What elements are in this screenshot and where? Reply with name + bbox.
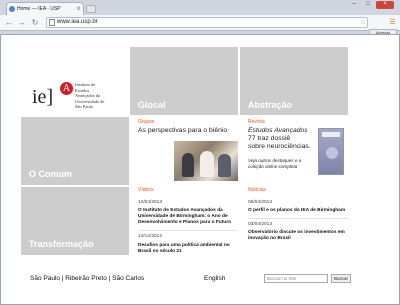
revista-note-line: coleção online completa	[248, 164, 298, 169]
grupos-photo[interactable]	[174, 141, 238, 181]
tile-glocal[interactable]: Glocal	[130, 47, 238, 115]
close-window-button[interactable]: ×	[376, 1, 394, 9]
revista-link[interactable]: Revista	[248, 119, 265, 125]
tile-o-comum[interactable]: O Comum	[21, 117, 129, 185]
revista-title-line: 77 traz dossiê	[248, 135, 291, 142]
news-title[interactable]: Observatório discute os investimentos em…	[248, 230, 358, 242]
tab-close-icon[interactable]: x	[77, 3, 80, 15]
logo-mark-bracket: ]	[46, 86, 54, 108]
news-title-line: inovação no Brasil	[248, 236, 291, 241]
revista-note[interactable]: Veja outros destaques e a coleção online…	[248, 158, 318, 170]
divider	[138, 230, 238, 231]
news-date: 03/04/2013	[248, 222, 273, 227]
forward-arrow-icon[interactable]: →	[17, 17, 27, 28]
grupos-link[interactable]: Grupos	[138, 119, 154, 125]
favicon-icon	[9, 6, 15, 12]
search-input[interactable]: Buscar no Site	[264, 274, 328, 283]
new-tab-button[interactable]	[86, 5, 96, 13]
videos-link[interactable]: Vídeos	[138, 187, 154, 193]
news-title-line: O perfil e os planos do IEA de Birmingha…	[248, 208, 346, 213]
person-shape	[200, 151, 214, 177]
address-bar[interactable]: www.iea.usp.br	[46, 17, 368, 28]
video-date: 12/04/2013	[138, 200, 163, 205]
campus-links[interactable]: São Paulo | Ribeirão Preto | São Carlos	[30, 275, 144, 282]
news-title[interactable]: O perfil e os planos do IEA de Birmingha…	[248, 208, 358, 214]
revista-cover[interactable]	[318, 128, 344, 175]
tab-title: Home — IEA - USP	[17, 6, 61, 12]
grupos-title[interactable]: As perspectivas para o biênio	[138, 127, 227, 134]
tile-transformacao-label: Transformação	[29, 239, 94, 249]
minimize-button[interactable]: –	[348, 1, 360, 9]
tile-abstracao[interactable]: Abstração	[240, 47, 348, 115]
noticias-link[interactable]: Notícias	[248, 187, 266, 193]
reload-icon[interactable]: ↻	[30, 17, 40, 28]
tile-o-comum-label: O Comum	[29, 169, 73, 179]
video-title-line: Brasil no século 21	[138, 249, 182, 254]
revista-title-italic: Estudos Avançados	[248, 127, 308, 134]
logo-text: Instituto de Estudos Avançados da Univer…	[75, 82, 130, 110]
tile-glocal-label: Glocal	[138, 100, 166, 110]
back-arrow-icon[interactable]: ←	[4, 17, 14, 28]
video-date: 13/12/2012	[138, 234, 163, 239]
search-button[interactable]: Buscar	[331, 274, 351, 283]
person-shape	[182, 153, 194, 177]
video-title-line: Desenvolvimento e Planos para o Futuro	[138, 220, 232, 225]
page-icon	[49, 19, 55, 26]
revista-headline[interactable]: Estudos Avançados 77 traz dossiê sobre n…	[248, 127, 316, 151]
video-title[interactable]: O Instituto de Estudos Avançados da Univ…	[138, 208, 240, 226]
cover-title-block	[322, 132, 340, 137]
person-shape	[218, 154, 231, 177]
logo-mark[interactable]: ie]	[32, 86, 53, 109]
tile-abstracao-label: Abstração	[248, 100, 293, 110]
english-link[interactable]: English	[204, 275, 225, 282]
maximize-button[interactable]: □	[362, 1, 374, 9]
video-title[interactable]: Desafios para uma política ambiental no …	[138, 243, 240, 255]
news-date: 06/04/2013	[248, 200, 273, 205]
url-text: www.iea.usp.br	[57, 19, 98, 25]
divider	[248, 218, 348, 219]
logo-line: São Paulo	[75, 104, 94, 110]
wrench-icon[interactable]: ☰	[388, 18, 397, 27]
cover-image-block	[326, 147, 338, 159]
star-icon[interactable]: ☆	[360, 18, 366, 26]
tile-transformacao[interactable]: Transformação	[21, 187, 129, 255]
browser-tab[interactable]: Home — IEA - USP x	[6, 2, 84, 15]
logo-letter-icon: A	[60, 82, 73, 95]
logo-mark-text: ie	[32, 86, 47, 108]
revista-title-line: sobre neurociências.	[248, 143, 311, 150]
